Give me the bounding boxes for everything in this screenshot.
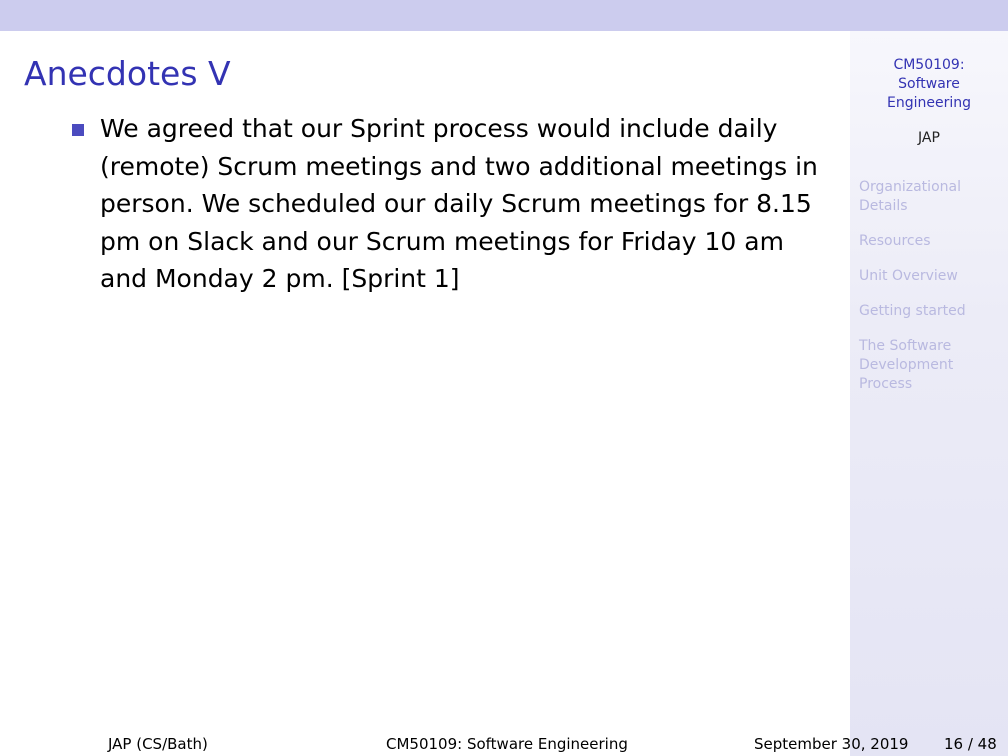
sidebar-title-line: Engineering bbox=[887, 95, 971, 111]
sidebar-nav: Organizational Details Resources Unit Ov… bbox=[859, 178, 1004, 410]
sidebar-item-software-development-process[interactable]: The Software Development Process bbox=[859, 337, 1004, 394]
sidebar-item-getting-started[interactable]: Getting started bbox=[859, 302, 1004, 321]
header-bar bbox=[0, 0, 1008, 31]
footer-title[interactable]: CM50109: Software Engineering bbox=[386, 734, 628, 754]
sidebar-title-line: CM50109: bbox=[893, 57, 965, 73]
sidebar-item-unit-overview[interactable]: Unit Overview bbox=[859, 267, 1004, 286]
bullet-text: We agreed that our Sprint process would … bbox=[100, 114, 818, 293]
sidebar-author: JAP bbox=[918, 130, 940, 146]
sidebar-title-line: Software bbox=[898, 76, 960, 92]
sidebar-course-title[interactable]: CM50109: Software Engineering bbox=[850, 56, 1008, 113]
footer-page-number: 16 / 48 bbox=[944, 735, 997, 753]
footer: JAP (CS/Bath) CM50109: Software Engineer… bbox=[0, 734, 1008, 756]
bullet-list: We agreed that our Sprint process would … bbox=[72, 110, 832, 298]
slide-title: Anecdotes V bbox=[24, 54, 231, 93]
bullet-marker-icon bbox=[72, 124, 84, 136]
footer-date: September 30, 2019 bbox=[754, 735, 909, 753]
bullet-item: We agreed that our Sprint process would … bbox=[72, 110, 832, 298]
sidebar-item-organizational-details[interactable]: Organizational Details bbox=[859, 178, 1004, 216]
footer-author[interactable]: JAP (CS/Bath) bbox=[108, 734, 208, 754]
sidebar-item-resources[interactable]: Resources bbox=[859, 232, 1004, 251]
